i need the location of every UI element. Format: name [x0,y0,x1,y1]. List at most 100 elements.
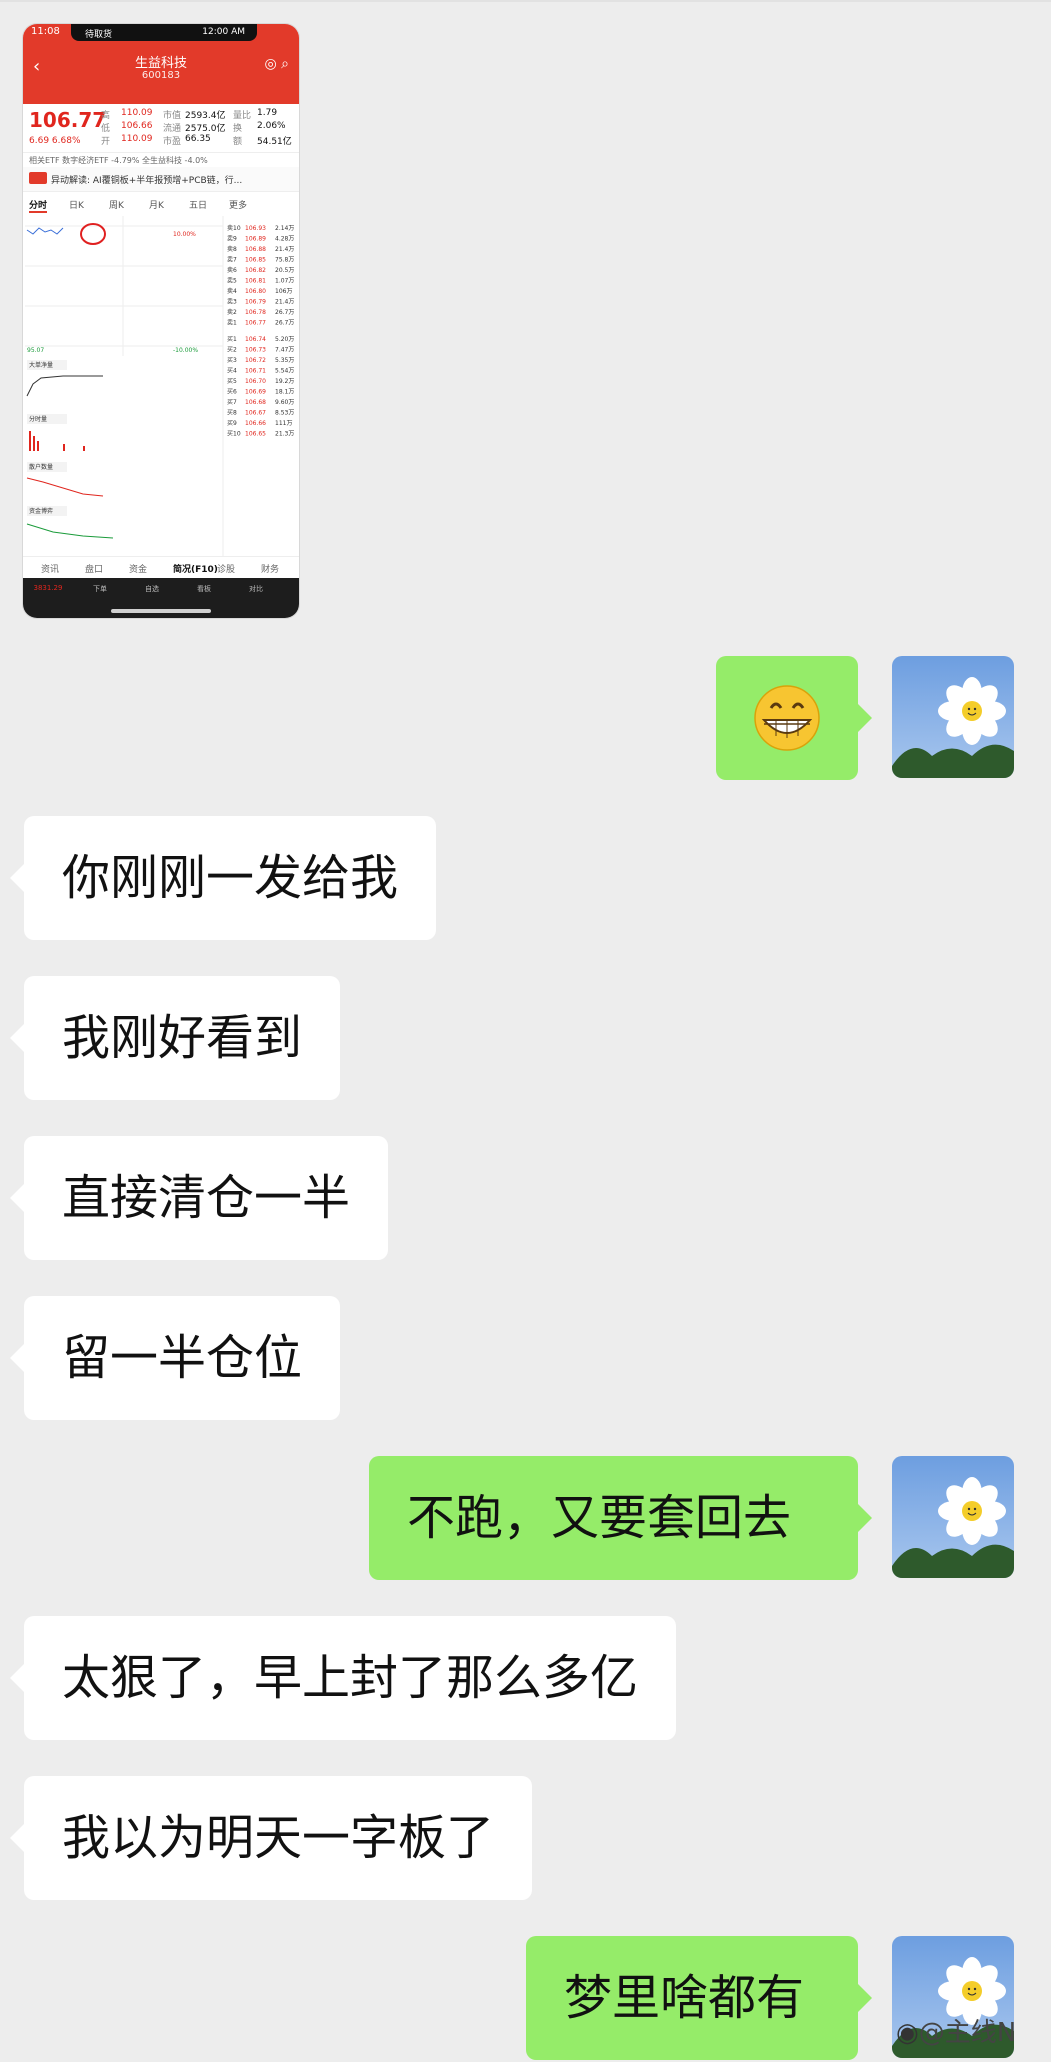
quote-cell: 低 [101,124,111,134]
message-bubble-self[interactable]: 梦里啥都有 [526,1936,872,2060]
order-book-cell: 26.7万 [275,309,294,316]
bottom-tab[interactable]: 盘口 [85,562,103,575]
stock-screenshot-image[interactable]: 11:08 待取货 12:00 AM ‹ 生益科技 600183 ◎ ⌕ 106… [23,24,299,618]
message-bubble-other[interactable]: 你刚刚一发给我 [9,816,437,940]
svg-text:散户数量: 散户数量 [29,463,53,471]
message-text: 留一半仓位 [62,1330,303,1386]
order-book-cell: 106.66 [245,420,266,427]
message-bubble-other[interactable]: 我以为明天一字板了 [9,1776,533,1900]
message-text: 太狠了，早上封了那么多亿 [62,1650,639,1706]
message-bubble-other[interactable]: 直接清仓一半 [9,1136,389,1260]
order-book-cell: 106.71 [245,368,266,375]
order-book-cell: 买3 [227,356,237,364]
quote-cell: 110.09 [121,134,153,144]
chart-tabs: 分时 日K 周K 月K 五日 更多 [23,194,299,214]
quote-cell: 流通 [163,124,182,134]
order-book-cell: 买2 [227,346,237,354]
order-book-cell: 106.77 [245,320,266,327]
order-book-cell: 106.67 [245,410,266,417]
order-book-cell: 106.88 [245,246,266,253]
bottom-tab[interactable]: 诊股 [217,562,235,575]
order-book-cell: 111万 [275,420,292,427]
chart-tab[interactable]: 月K [149,198,164,211]
order-book-cell: 106.85 [245,257,266,264]
order-book-cell: 买4 [227,367,237,375]
order-book-cell: 75.8万 [275,257,294,264]
message-text: 直接清仓一半 [62,1170,351,1226]
quote-cell: 高 [101,111,111,121]
chart-tab[interactable]: 日K [69,198,84,211]
order-book-row: 卖10 106.93 2.14万 [227,225,294,232]
quote-cell: 2.06% [257,121,286,131]
order-book-cell: 卖9 [227,236,237,243]
phone-time: 11:08 [31,26,60,37]
stock-name: 生益科技 [134,56,187,71]
order-book-cell: 卖10 [227,225,241,232]
quote-cell: 1.79 [257,108,278,118]
chart-tab[interactable]: 分时 [29,198,48,213]
message-bubble-other[interactable]: 太狠了，早上封了那么多亿 [9,1616,677,1740]
order-book-cell: 5.35万 [275,357,294,364]
message-bubble-self[interactable] [716,656,872,780]
news-tag-icon [29,172,47,184]
order-book-cell: 106.81 [245,278,266,285]
grinning-emoji-icon [754,685,820,751]
stock-change: 6.69 6.68% [29,136,81,146]
bottom-tab[interactable]: 资金 [129,562,147,575]
quote-panel: 106.77 6.69 6.68% 高 110.09 市值 2593.4亿 量比 1.79… [23,104,299,152]
nav-item[interactable]: 下单 [85,584,115,594]
order-book-cell: 106.80 [245,288,266,295]
svg-text:10.00%: 10.00% [173,231,196,238]
quote-cell: 2593.4亿 [185,111,226,121]
order-book-cell: 买5 [227,377,237,385]
news-text: 异动解读: AI覆铜板+半年报预增+PCB链，行... [51,176,243,186]
order-book-cell: 106.89 [245,236,266,243]
chart-tab[interactable]: 更多 [229,198,247,211]
order-book-cell: 106.82 [245,267,266,274]
quote-row: 开 110.09 市盈 66.35 额 54.51亿 [101,134,293,147]
bottom-tab[interactable]: 简况(F10) [173,562,218,575]
order-book-cell: 21.4万 [275,299,294,306]
quote-cell: 106.66 [121,121,153,131]
nav-item[interactable]: 自选 [137,584,167,594]
etf-line: 相关ETF 数字经济ETF -4.79% 全生益科技 -4.0% [23,152,299,167]
chart-tab[interactable]: 五日 [189,198,207,211]
message-text: 梦里啥都有 [564,1970,805,2026]
svg-text:95.07: 95.07 [27,347,44,354]
order-book-cell: 106.79 [245,299,266,306]
order-book-cell: 106.78 [245,309,266,316]
stock-header: ‹ 生益科技 600183 ◎ ⌕ [23,42,299,104]
phone-island-time: 12:00 AM [202,27,245,37]
order-book-cell: 卖6 [227,267,237,274]
order-book-cell: 4.28万 [275,236,294,243]
nav-item[interactable]: 对比 [241,584,271,594]
svg-text:-10.00%: -10.00% [173,347,198,354]
bottom-tab[interactable]: 财务 [261,562,279,575]
daisy-flower-avatar-icon[interactable] [892,656,1014,778]
order-book-row: 买10 106.65 21.3万 [227,430,294,438]
order-book-cell: 买1 [227,335,237,343]
order-book-cell: 106.72 [245,357,266,364]
etf-text: 相关ETF 数字经济ETF -4.79% 全生益科技 -4.0% [29,156,208,165]
order-book-cell: 卖2 [227,309,237,316]
order-book-cell: 19.2万 [275,378,294,385]
order-book-cell: 106.65 [245,431,266,438]
quote-cell: 66.35 [185,134,211,144]
message-bubble-self[interactable]: 不跑，又要套回去 [369,1456,872,1580]
nav-item[interactable]: 看板 [189,584,219,594]
intraday-chart: 10.00% -10.00% 95.07 大单净量 分时量 散户数量 资金博弈 … [23,216,299,556]
chart-tab[interactable]: 周K [109,198,124,211]
nav-item[interactable]: 3831.29 [33,584,63,592]
quote-row: 低 106.66 流通 2575.0亿换 2.06% [101,121,293,134]
message-bubble-other[interactable]: 我刚好看到 [9,976,341,1100]
watermark-text: @主线N [918,2018,1017,2048]
order-book-cell: 26.7万 [275,320,294,327]
order-book-cell: 8.53万 [275,410,294,417]
message-bubble-other[interactable]: 留一半仓位 [9,1296,341,1420]
quote-cell: 换 [233,124,243,134]
daisy-flower-avatar-icon[interactable] [892,1456,1014,1578]
quote-cell: 量比 [233,111,252,121]
quote-cell: 市盈 [163,137,182,147]
order-book-cell: 卖8 [227,246,237,253]
bottom-tab[interactable]: 资讯 [41,562,59,575]
